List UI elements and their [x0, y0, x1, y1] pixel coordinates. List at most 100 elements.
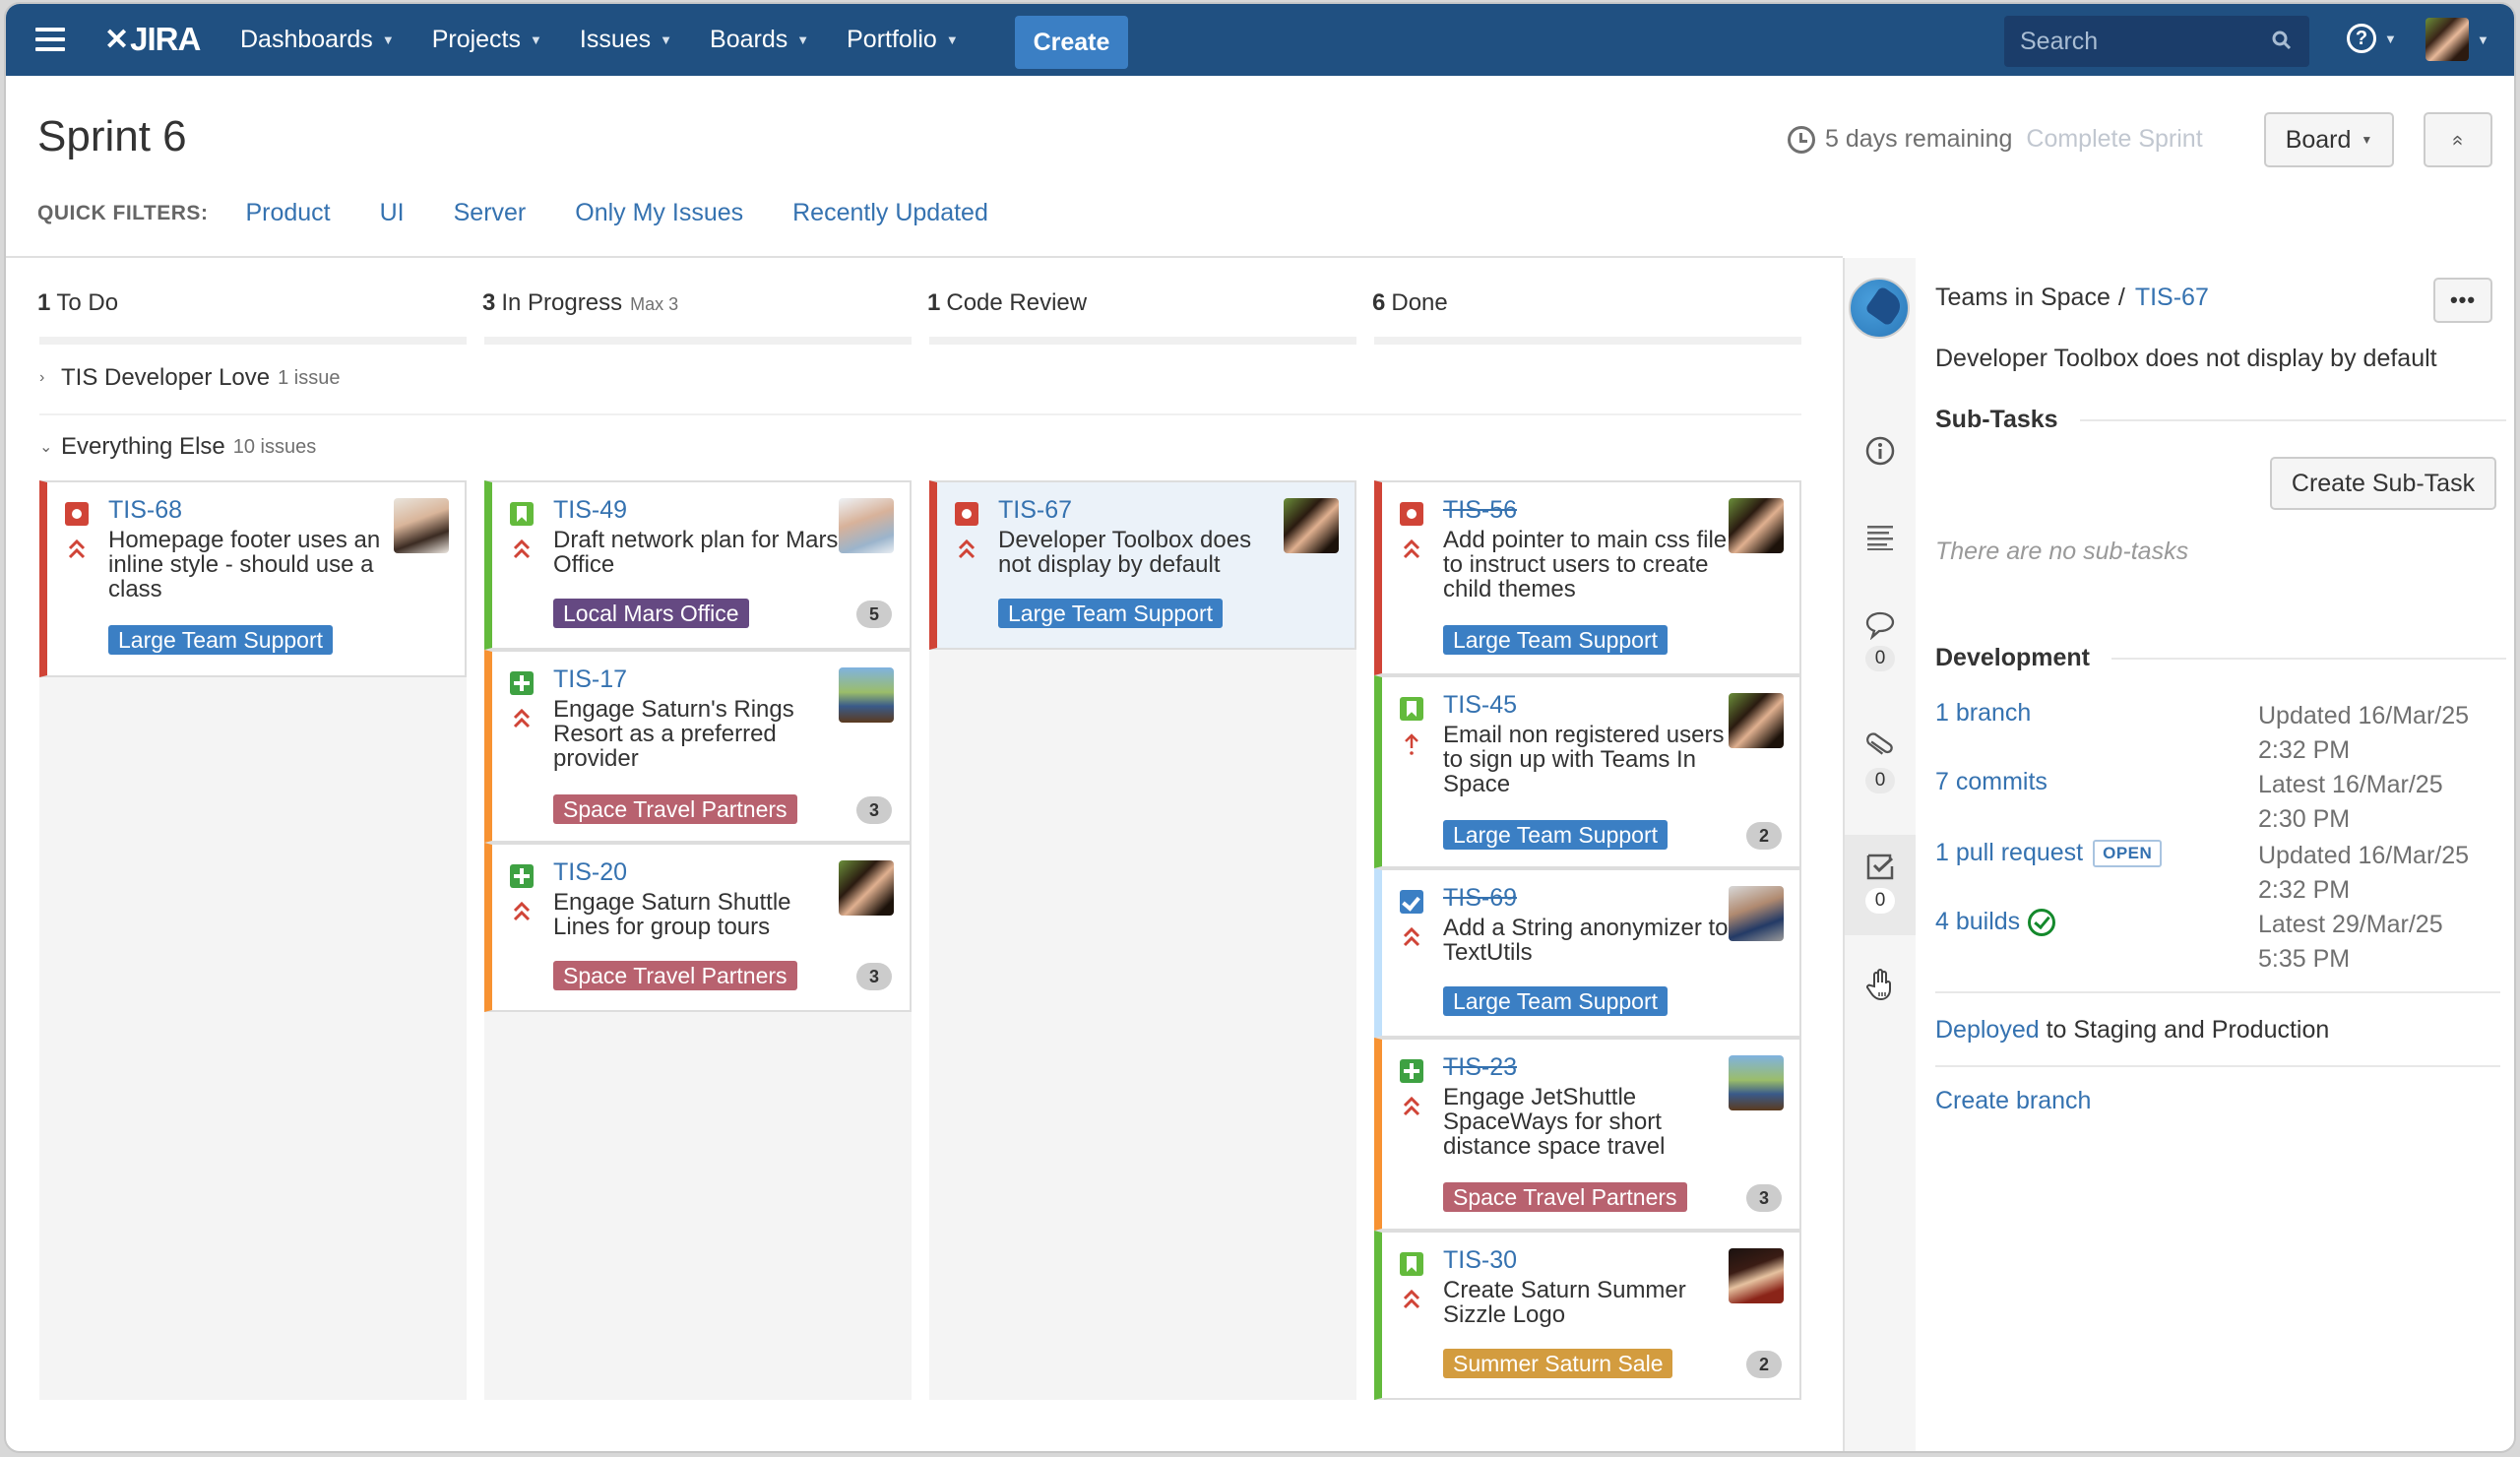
- new-feature-type-icon: [510, 864, 534, 888]
- column-header-bar: [39, 337, 467, 345]
- issue-card[interactable]: TIS-23 Engage JetShuttle SpaceWays for sh…: [1374, 1038, 1801, 1231]
- column-header-bar: [929, 337, 1356, 345]
- project-avatar[interactable]: [1849, 278, 1910, 339]
- strip-attachments[interactable]: 0: [1845, 730, 1916, 793]
- quick-filter-recently-updated[interactable]: Recently Updated: [792, 199, 988, 227]
- nav-issues[interactable]: Issues ▼: [580, 26, 672, 54]
- jira-logo[interactable]: ✕ JIRA: [104, 20, 201, 59]
- swimlane-count: 1 issue: [278, 366, 341, 389]
- nav-dashboards[interactable]: Dashboards ▼: [240, 26, 395, 54]
- assignee-avatar[interactable]: [1729, 693, 1784, 748]
- epic-label[interactable]: Space Travel Partners: [1443, 1182, 1687, 1212]
- caret-down-icon: ▼: [2384, 31, 2397, 46]
- epic-label[interactable]: Large Team Support: [108, 625, 333, 655]
- collapse-header-button[interactable]: «: [2424, 112, 2492, 167]
- branch-link[interactable]: 1 branch: [1935, 699, 2031, 728]
- assignee-avatar[interactable]: [1284, 498, 1339, 553]
- epic-label[interactable]: Summer Saturn Sale: [1443, 1349, 1673, 1378]
- board-dropdown-button[interactable]: Board ▼: [2264, 112, 2394, 167]
- issue-key[interactable]: TIS-23: [1443, 1053, 1517, 1082]
- assignee-avatar[interactable]: [394, 498, 449, 553]
- epic-label[interactable]: Large Team Support: [1443, 986, 1668, 1016]
- issue-card[interactable]: TIS-68 Homepage footer uses an inline sty…: [39, 480, 467, 677]
- caret-down-icon: ▼: [381, 32, 395, 47]
- issue-card[interactable]: TIS-56 Add pointer to main css file to in…: [1374, 480, 1801, 675]
- issue-key[interactable]: TIS-56: [1443, 496, 1517, 525]
- builds-link[interactable]: 4 builds: [1935, 908, 2056, 936]
- issue-key[interactable]: TIS-20: [553, 858, 627, 887]
- swimlane-everything-else[interactable]: ⌄ Everything Else 10 issues: [39, 433, 316, 461]
- create-subtask-button[interactable]: Create Sub-Task: [2270, 457, 2496, 510]
- issue-key[interactable]: TIS-45: [1443, 691, 1517, 720]
- nav-portfolio[interactable]: Portfolio ▼: [847, 26, 959, 54]
- issue-key[interactable]: TIS-30: [1443, 1246, 1517, 1275]
- pull-request-link[interactable]: 1 pull request OPEN: [1935, 839, 2163, 867]
- assignee-avatar[interactable]: [839, 498, 894, 553]
- complete-sprint-link[interactable]: Complete Sprint: [2026, 125, 2202, 154]
- epic-label[interactable]: Large Team Support: [1443, 625, 1668, 655]
- dev-meta: Latest 29/Mar/25 5:35 PM: [2258, 908, 2514, 977]
- quick-filter-server[interactable]: Server: [454, 199, 527, 227]
- swimlane-tis-developer-love[interactable]: › TIS Developer Love 1 issue: [39, 364, 340, 392]
- epic-label[interactable]: Large Team Support: [998, 599, 1223, 628]
- strip-details[interactable]: [1845, 435, 1916, 467]
- strip-subtasks[interactable]: 0: [1845, 835, 1916, 935]
- assignee-avatar[interactable]: [1729, 1248, 1784, 1303]
- comment-count: 0: [1865, 646, 1895, 671]
- strip-development[interactable]: [1845, 967, 1916, 1002]
- issue-summary: Email non registered users to sign up wi…: [1443, 722, 1725, 797]
- epic-label[interactable]: Space Travel Partners: [553, 794, 797, 824]
- breadcrumb-issue-key[interactable]: TIS-67: [2135, 284, 2209, 312]
- user-menu[interactable]: ▼: [2426, 18, 2489, 61]
- quick-filter-only-my-issues[interactable]: Only My Issues: [575, 199, 743, 227]
- column-name: Code Review: [946, 289, 1088, 316]
- assignee-avatar[interactable]: [1729, 886, 1784, 941]
- breadcrumb-project[interactable]: Teams in Space: [1935, 284, 2110, 312]
- create-button[interactable]: Create: [1015, 16, 1128, 69]
- epic-label[interactable]: Large Team Support: [1443, 820, 1668, 850]
- issue-card[interactable]: TIS-67 Developer Toolbox does not display…: [929, 480, 1356, 650]
- issue-summary: Engage JetShuttle SpaceWays for short di…: [1443, 1084, 1666, 1160]
- nav-boards[interactable]: Boards ▼: [710, 26, 809, 54]
- issue-card[interactable]: TIS-45 Email non registered users to sign…: [1374, 675, 1801, 868]
- assignee-avatar[interactable]: [839, 860, 894, 916]
- nav-label: Projects: [431, 26, 521, 53]
- menu-icon[interactable]: [35, 28, 65, 51]
- section-divider: [1935, 1065, 2500, 1067]
- search-icon[interactable]: [2270, 29, 2294, 52]
- issue-card[interactable]: TIS-17 Engage Saturn's Rings Resort as a …: [484, 650, 912, 843]
- assignee-avatar[interactable]: [1729, 1055, 1784, 1110]
- assignee-avatar[interactable]: [839, 667, 894, 723]
- issue-key[interactable]: TIS-69: [1443, 884, 1517, 913]
- deployed-link[interactable]: Deployed: [1935, 1016, 2040, 1044]
- info-icon: [1865, 436, 1895, 466]
- issue-key[interactable]: TIS-49: [553, 496, 627, 525]
- issue-card[interactable]: TIS-69 Add a String anonymizer to TextUti…: [1374, 868, 1801, 1038]
- dev-meta: Latest 16/Mar/25 2:30 PM: [2258, 768, 2514, 837]
- swimlane-name: Everything Else: [61, 433, 225, 460]
- priority-highest-icon: [1401, 1095, 1422, 1118]
- column-count: 3: [482, 289, 496, 316]
- issue-key[interactable]: TIS-68: [108, 496, 182, 525]
- double-chevron-up-icon: «: [2447, 134, 2470, 146]
- caret-down-icon: ▼: [660, 32, 673, 47]
- epic-label[interactable]: Space Travel Partners: [553, 961, 797, 990]
- nav-projects[interactable]: Projects ▼: [432, 26, 542, 54]
- board-button-label: Board: [2285, 125, 2352, 154]
- commits-link[interactable]: 7 commits: [1935, 768, 2048, 796]
- more-actions-button[interactable]: •••: [2433, 278, 2492, 323]
- epic-label[interactable]: Local Mars Office: [553, 599, 749, 628]
- strip-description[interactable]: [1845, 524, 1916, 551]
- quick-filter-product[interactable]: Product: [245, 199, 330, 227]
- issue-key[interactable]: TIS-17: [553, 665, 627, 694]
- quick-filter-ui[interactable]: UI: [380, 199, 405, 227]
- issue-key[interactable]: TIS-67: [998, 496, 1072, 525]
- issue-card[interactable]: TIS-20 Engage Saturn Shuttle Lines for gr…: [484, 843, 912, 1012]
- assignee-avatar[interactable]: [1729, 498, 1784, 553]
- help-menu[interactable]: ? ▼: [2347, 24, 2397, 53]
- search-input[interactable]: [2020, 27, 2256, 56]
- strip-comments[interactable]: 0: [1845, 610, 1916, 671]
- issue-card[interactable]: TIS-30 Create Saturn Summer Sizzle Logo Su…: [1374, 1231, 1801, 1400]
- create-branch-link[interactable]: Create branch: [1935, 1087, 2506, 1115]
- issue-card[interactable]: TIS-49 Draft network plan for Mars Office…: [484, 480, 912, 650]
